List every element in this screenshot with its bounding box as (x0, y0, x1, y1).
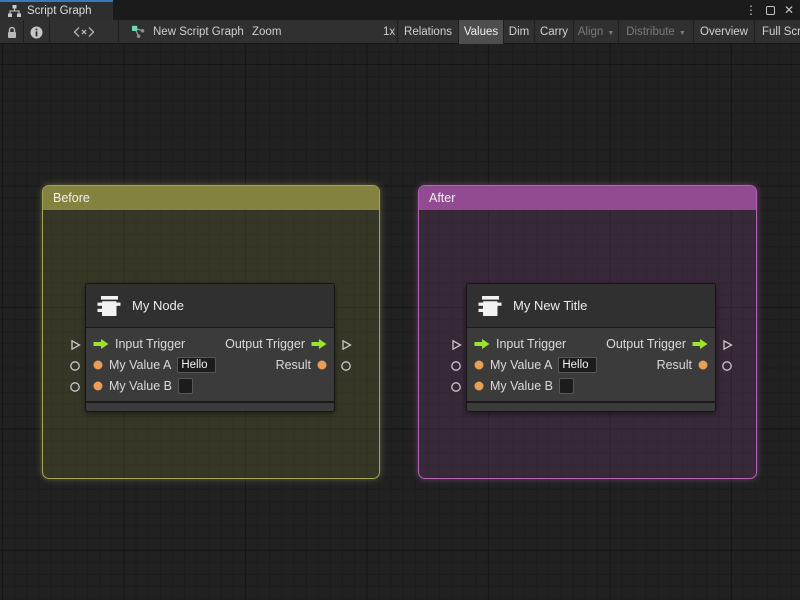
window-controls: ⋮ ✕ (745, 0, 798, 20)
lock-button[interactable] (0, 20, 24, 44)
dim-button[interactable]: Dim (503, 20, 534, 44)
result-port[interactable] (721, 360, 733, 372)
values-button[interactable]: Values (458, 20, 503, 44)
unit-node-icon (97, 294, 121, 318)
maximize-icon[interactable] (765, 5, 775, 15)
tab-bar: Script Graph ⋮ ✕ (0, 0, 800, 20)
value-a-input[interactable] (177, 356, 217, 373)
tab-title: Script Graph (27, 5, 92, 17)
zoom-label: Zoom (252, 26, 282, 38)
group-after-header[interactable]: After (419, 186, 756, 210)
flow-out-port-icon[interactable] (311, 338, 327, 350)
code-brackets-icon (73, 26, 95, 38)
value-port-icon[interactable] (93, 381, 103, 391)
input-trigger-port[interactable] (450, 339, 462, 351)
input-trigger-port[interactable] (69, 339, 81, 351)
node-footer (86, 401, 334, 410)
script-graph-window: Script Graph ⋮ ✕ New Script Graph Zoom 1… (0, 0, 800, 600)
info-icon (30, 26, 43, 39)
value-b-input[interactable] (178, 377, 193, 394)
script-graph-icon (8, 5, 21, 17)
value-port-icon[interactable] (474, 381, 484, 391)
overview-button[interactable]: Overview (693, 20, 754, 44)
node-header[interactable]: My New Title (467, 284, 715, 328)
group-before-header[interactable]: Before (43, 186, 379, 210)
output-trigger-port[interactable] (340, 339, 352, 351)
lock-icon (6, 26, 18, 39)
value-port-icon[interactable] (93, 360, 103, 370)
distribute-dropdown[interactable]: Distribute ▼ (618, 20, 693, 44)
value-a-port[interactable] (450, 360, 462, 372)
value-port-icon[interactable] (474, 360, 484, 370)
value-port-icon[interactable] (317, 360, 327, 370)
chevron-down-icon: ▼ (607, 29, 615, 37)
graph-canvas[interactable]: Before After My Node Input Trigger Outpu… (0, 44, 800, 600)
node-my-new-title[interactable]: My New Title Input Trigger Output Trigge… (451, 283, 733, 412)
flow-out-port-icon[interactable] (692, 338, 708, 350)
relations-button[interactable]: Relations (397, 20, 458, 44)
align-dropdown[interactable]: Align ▼ (573, 20, 618, 44)
value-b-input[interactable] (559, 377, 574, 394)
output-trigger-port[interactable] (721, 339, 733, 351)
group-title: Before (53, 191, 90, 205)
node-title: My New Title (513, 298, 588, 313)
node-footer (467, 401, 715, 410)
tab-script-graph[interactable]: Script Graph (0, 0, 113, 20)
zoom-value: 1x (383, 26, 396, 38)
node-my-node[interactable]: My Node Input Trigger Output Trigger My … (70, 283, 352, 412)
fullscreen-button[interactable]: Full Screen (754, 20, 800, 44)
node-header[interactable]: My Node (86, 284, 334, 328)
value-a-input[interactable] (558, 356, 598, 373)
node-row-value-a: My Value A Result (467, 354, 715, 375)
inspect-button[interactable] (24, 20, 50, 44)
node-row-value-a: My Value A Result (86, 354, 334, 375)
graph-asset-icon (131, 25, 146, 39)
value-a-port[interactable] (69, 360, 81, 372)
node-body: Input Trigger Output Trigger My Value A … (86, 328, 334, 401)
flow-in-port-icon[interactable] (474, 338, 490, 350)
unit-node-icon (478, 294, 502, 318)
group-title: After (429, 191, 456, 205)
node-row-value-b: My Value B (467, 375, 715, 396)
result-port[interactable] (340, 360, 352, 372)
node-body: Input Trigger Output Trigger My Value A … (467, 328, 715, 401)
node-row-triggers: Input Trigger Output Trigger (86, 333, 334, 354)
carry-button[interactable]: Carry (534, 20, 573, 44)
toolbar: New Script Graph Zoom 1x Relations Value… (0, 20, 800, 58)
close-icon[interactable]: ✕ (784, 0, 794, 20)
node-row-value-b: My Value B (86, 375, 334, 396)
value-b-port[interactable] (450, 381, 462, 393)
code-preview-button[interactable] (50, 20, 119, 44)
value-b-port[interactable] (69, 381, 81, 393)
node-title: My Node (132, 298, 185, 313)
menu-icon[interactable]: ⋮ (745, 0, 757, 20)
node-row-triggers: Input Trigger Output Trigger (467, 333, 715, 354)
chevron-down-icon: ▼ (678, 29, 686, 37)
flow-in-port-icon[interactable] (93, 338, 109, 350)
graph-breadcrumb: New Script Graph (131, 20, 244, 44)
value-port-icon[interactable] (698, 360, 708, 370)
toolbar-buttons: Relations Values Dim Carry Align ▼ Distr… (397, 20, 800, 44)
graph-name-label: New Script Graph (153, 26, 244, 38)
